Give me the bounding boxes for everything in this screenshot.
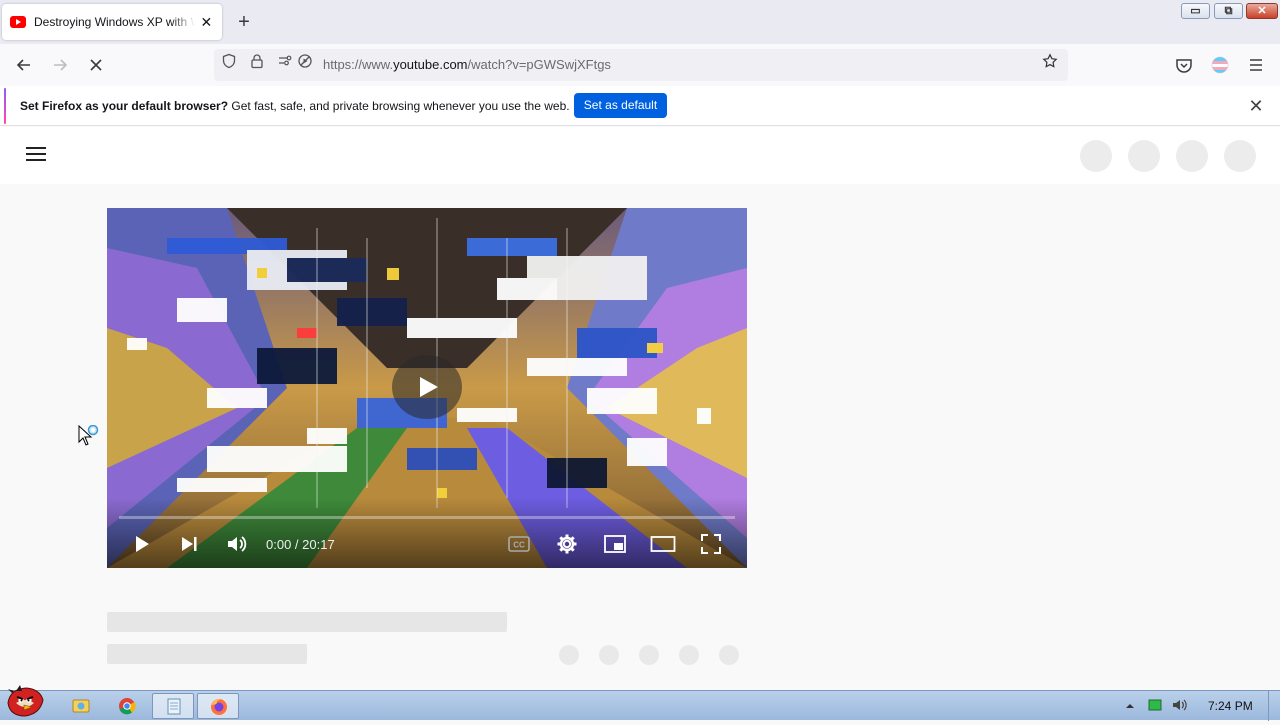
notification-message: Set Firefox as your default browser? Get… [20,99,570,113]
pocket-icon [1176,59,1192,73]
action-placeholder [639,645,659,665]
forward-button[interactable] [48,53,72,77]
close-tab-icon[interactable]: ✕ [199,14,214,30]
url-path: /watch?v=pGWSwjXFtgs [467,57,611,72]
busy-cursor-icon [78,425,99,446]
new-tab-button[interactable]: + [234,12,254,32]
action-placeholder [719,645,739,665]
close-notification-button[interactable]: ✕ [1246,96,1266,116]
minimize-button[interactable]: ▭ [1181,3,1210,19]
taskbar-firefox[interactable] [197,693,239,719]
theater-mode-icon [650,536,676,552]
default-browser-notification: Set Firefox as your default browser? Get… [0,86,1280,126]
header-placeholder-circle [1224,140,1256,172]
taskbar-chrome[interactable] [106,693,148,719]
play-icon [136,536,149,552]
subtitles-button[interactable]: CC [507,532,531,556]
next-video-button[interactable] [177,532,201,556]
arrow-right-icon [54,59,68,71]
youtube-favicon-icon [10,16,26,28]
youtube-header [0,127,1280,184]
volume-icon [228,536,247,552]
gear-icon [557,534,577,554]
cc-label: CC [513,541,525,550]
taskbar-clock[interactable]: 7:24 PM [1208,699,1253,713]
angry-birds-start-icon [7,685,44,717]
theater-mode-button[interactable] [650,532,676,556]
title-placeholder [107,612,507,632]
notification-accent [4,88,6,124]
url-text[interactable]: https://www.youtube.com/watch?v=pGWSwjXF… [323,57,611,72]
action-placeholder [599,645,619,665]
stop-loading-button[interactable] [84,53,108,77]
url-prefix: https://www. [323,57,394,72]
header-placeholder-circle [1176,140,1208,172]
stop-x-icon [90,59,102,71]
app-menu-button[interactable] [1244,53,1268,77]
volume-tray-icon[interactable] [1171,697,1189,713]
header-placeholder-circle [1128,140,1160,172]
progress-bar[interactable] [119,516,735,519]
back-button[interactable] [12,53,36,77]
account-button[interactable] [1208,53,1232,77]
fullscreen-icon [701,534,721,554]
taskbar-explorer[interactable] [60,693,102,719]
action-placeholder [559,645,579,665]
network-status-icon[interactable] [1148,698,1162,712]
arrow-left-icon [16,59,30,71]
header-placeholder-circle [1080,140,1112,172]
closed-captions-icon: CC [508,536,530,552]
taskbar-notepad[interactable] [152,693,194,719]
navigation-bar: https://www.youtube.com/watch?v=pGWSwjXF… [0,44,1280,86]
skip-next-icon [182,537,197,551]
notepad-icon [167,698,181,715]
miniplayer-icon [604,535,626,553]
tab-youtube[interactable]: Destroying Windows XP with W ✕ [2,4,222,40]
large-play-button[interactable] [392,355,462,419]
video-player[interactable]: 0:00 / 20:17 CC [107,208,747,568]
address-bar[interactable]: https://www.youtube.com/watch?v=pGWSwjXF… [214,49,1068,81]
channel-placeholder [107,644,307,664]
chrome-icon [119,698,136,715]
guide-menu-icon[interactable] [26,147,46,163]
tab-bar: Destroying Windows XP with W ✕ + ▭ ⧉ ✕ [0,0,1280,44]
show-desktop-button[interactable] [1268,691,1280,721]
tab-title: Destroying Windows XP with W [34,15,195,29]
notification-title: Set Firefox as your default browser? [20,99,229,113]
time-display: 0:00 / 20:17 [266,537,335,552]
play-button[interactable] [129,532,153,556]
url-domain: youtube.com [393,57,468,72]
show-hidden-icons-icon[interactable] [1124,699,1136,711]
close-window-button[interactable]: ✕ [1246,3,1278,19]
set-as-default-button[interactable]: Set as default [574,93,667,118]
firefox-icon [211,698,227,715]
lock-icon[interactable] [245,53,269,77]
notification-text: Get fast, safe, and private browsing whe… [228,99,570,113]
start-button[interactable] [2,683,50,719]
hamburger-menu-icon [1250,59,1262,71]
shield-icon[interactable] [217,53,241,77]
explorer-icon [72,699,90,713]
mute-button[interactable] [224,532,248,556]
account-avatar-icon [1211,56,1229,74]
miniplayer-button[interactable] [603,532,627,556]
settings-button[interactable] [555,532,579,556]
autoplay-blocked-icon[interactable] [293,53,317,77]
bookmark-star-icon[interactable] [1038,53,1062,77]
fullscreen-button[interactable] [699,532,723,556]
pocket-button[interactable] [1172,53,1196,77]
windows-taskbar: 7:24 PM [0,685,1280,721]
maximize-button[interactable]: ⧉ [1214,3,1243,19]
action-placeholder [679,645,699,665]
